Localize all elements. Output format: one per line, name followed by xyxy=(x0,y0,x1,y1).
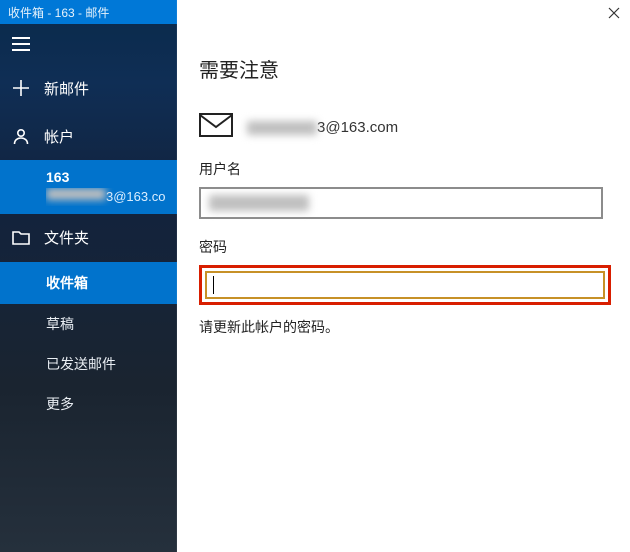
folder-drafts[interactable]: 草稿 xyxy=(0,304,177,344)
dialog-heading: 需要注意 xyxy=(199,54,611,83)
folder-inbox[interactable]: 收件箱 xyxy=(0,262,177,304)
folders-label: 文件夹 xyxy=(44,227,89,248)
account-email-line: xxxxxxx3@163.com xyxy=(199,113,611,141)
person-icon xyxy=(12,127,30,145)
hamburger-menu-button[interactable] xyxy=(0,24,177,64)
folder-more[interactable]: 更多 xyxy=(0,384,177,424)
window-title: 收件箱 - 163 - 邮件 xyxy=(8,4,109,21)
dialog-email-suffix: 3@163.com xyxy=(317,119,398,136)
redacted-text: xxxxxxx xyxy=(247,121,317,135)
new-mail-button[interactable]: 新邮件 xyxy=(0,64,177,112)
folder-inbox-label: 收件箱 xyxy=(46,273,88,293)
account-email-suffix: 3@163.com xyxy=(106,189,165,204)
username-input[interactable]: xxxxxxxxxx xyxy=(199,187,603,219)
password-input[interactable] xyxy=(205,271,605,299)
app-root: 收件箱 - 163 - 邮件 新邮件 帐户 163 xxxxxxx3@163.c… xyxy=(0,0,630,552)
dialog-pane: 需要注意 xxxxxxx3@163.com 用户名 xxxxxxxxxx 密码 xyxy=(177,0,630,552)
password-highlight-box xyxy=(199,265,611,305)
redacted-text: xxxxxxx xyxy=(46,188,106,200)
account-email: xxxxxxx3@163.com xyxy=(46,188,165,206)
folder-sent[interactable]: 已发送邮件 xyxy=(0,344,177,384)
new-mail-label: 新邮件 xyxy=(44,78,89,99)
hamburger-icon xyxy=(12,37,30,51)
sidebar-account-163[interactable]: 163 xxxxxxx3@163.com xyxy=(0,160,177,214)
accounts-button[interactable]: 帐户 xyxy=(0,112,177,160)
window-titlebar: 收件箱 - 163 - 邮件 xyxy=(0,0,177,24)
account-name: 163 xyxy=(46,168,165,188)
dialog-email: xxxxxxx3@163.com xyxy=(247,119,398,136)
mail-icon xyxy=(199,113,233,141)
password-label: 密码 xyxy=(199,237,611,257)
folder-drafts-label: 草稿 xyxy=(46,314,74,334)
folders-button[interactable]: 文件夹 xyxy=(0,214,177,262)
accounts-label: 帐户 xyxy=(44,126,74,147)
plus-icon xyxy=(12,79,30,97)
folder-icon xyxy=(12,229,30,247)
folder-more-label: 更多 xyxy=(46,394,74,414)
username-label: 用户名 xyxy=(199,159,611,179)
redacted-text: xxxxxxxxxx xyxy=(209,195,309,211)
sidebar: 收件箱 - 163 - 邮件 新邮件 帐户 163 xxxxxxx3@163.c… xyxy=(0,0,177,552)
text-caret xyxy=(213,276,214,294)
close-button[interactable] xyxy=(599,2,629,26)
close-icon xyxy=(608,6,620,22)
folder-sent-label: 已发送邮件 xyxy=(46,354,116,374)
password-hint: 请更新此帐户的密码。 xyxy=(199,317,611,337)
